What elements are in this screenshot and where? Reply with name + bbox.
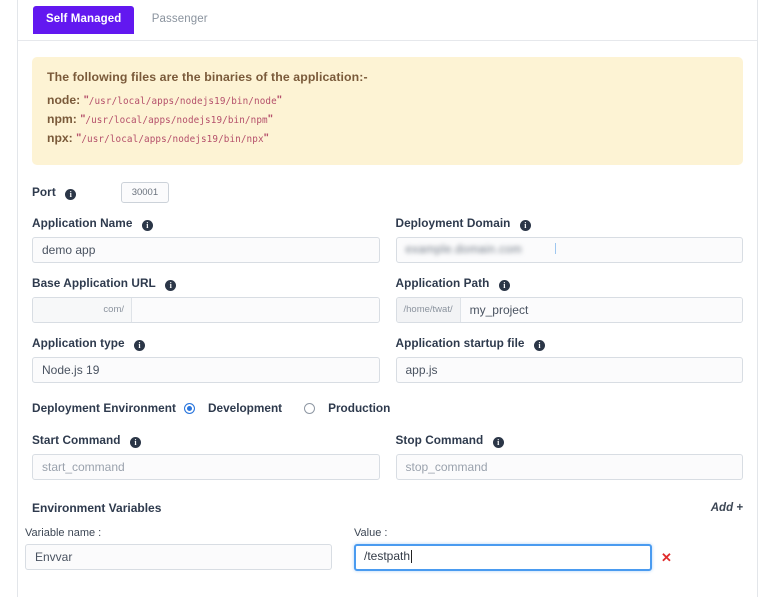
info-icon[interactable]: i (519, 220, 531, 231)
variable-name-group: Variable name : (25, 527, 332, 570)
environment-variable-row: Variable name : Value : /testpath ✕ (25, 527, 743, 571)
app-root: Self Managed Passenger The following fil… (0, 0, 771, 597)
base-application-url-group-wrap: com/ (32, 297, 380, 323)
binary-path-npx: /usr/local/apps/nodejs19/bin/npx (81, 134, 264, 145)
info-icon[interactable]: i (65, 189, 77, 200)
variable-name-label: Variable name : (25, 527, 102, 539)
application-name-input[interactable] (32, 237, 380, 263)
binaries-alert: The following files are the binaries of … (32, 57, 743, 165)
binary-row-npx: npx: "/usr/local/apps/nodejs19/bin/npx" (47, 131, 728, 147)
url-path-row: Base Application URL i com/ Application … (32, 274, 743, 323)
quote-close-npx: " (263, 132, 269, 144)
variable-value-input[interactable] (354, 544, 652, 571)
binaries-alert-title: The following files are the binaries of … (47, 70, 368, 84)
radio-production[interactable] (304, 402, 316, 414)
application-form: Port i 30001 Application Name i Deployme… (18, 182, 757, 597)
base-application-url-prefix: com/ (33, 298, 132, 322)
variable-value-wrap: /testpath (354, 544, 652, 571)
start-command-label: Start Command (32, 433, 121, 447)
add-variable-link[interactable]: Add + (711, 502, 743, 514)
commands-row: Start Command i Stop Command i (32, 431, 743, 480)
binary-path-npm: /usr/local/apps/nodejs19/bin/npm (85, 115, 268, 126)
port-field-row: Port i 30001 (32, 182, 743, 203)
stop-command-label: Stop Command (395, 433, 484, 447)
page-right-divider (757, 0, 758, 597)
radio-development[interactable] (184, 402, 195, 414)
text-caret (555, 243, 557, 254)
application-type-input[interactable] (32, 357, 380, 383)
remove-variable-button[interactable]: ✕ (661, 550, 672, 566)
tab-self-managed-label: Self Managed (46, 13, 122, 25)
binary-row-npm: npm: "/usr/local/apps/nodejs19/bin/npm" (47, 112, 728, 128)
stop-command-group: Stop Command i (395, 431, 743, 480)
application-type-group: Application type i (32, 334, 380, 383)
environment-variables-title: Environment Variables (32, 501, 162, 515)
radio-development-label[interactable]: Development (208, 401, 282, 415)
base-application-url-group: Base Application URL i com/ (32, 274, 380, 323)
tab-self-managed[interactable]: Self Managed (33, 6, 135, 34)
application-name-group: Application Name i (32, 214, 380, 263)
application-path-input[interactable] (460, 298, 742, 322)
binary-row-node: node: "/usr/local/apps/nodejs19/bin/node… (47, 93, 728, 109)
base-application-url-label: Base Application URL (32, 276, 156, 290)
info-icon[interactable]: i (533, 340, 545, 351)
port-value: 30001 (120, 182, 170, 203)
binary-name-node: node: (47, 93, 81, 107)
deployment-domain-value: example.domain.com (405, 244, 523, 256)
name-domain-row: Application Name i Deployment Domain i e… (32, 214, 743, 263)
info-icon[interactable]: i (141, 220, 153, 231)
info-icon[interactable]: i (165, 280, 177, 291)
radio-production-label[interactable]: Production (328, 401, 390, 415)
stop-command-input[interactable] (395, 454, 743, 480)
tab-passenger[interactable]: Passenger (139, 6, 221, 34)
environment-variables-header: Environment Variables Add + (32, 501, 743, 515)
deployment-domain-label: Deployment Domain (395, 216, 511, 230)
application-path-group-wrap: /home/twat/ (395, 297, 743, 323)
application-startup-file-label: Application startup file (395, 336, 525, 350)
info-icon[interactable]: i (498, 280, 510, 291)
type-startup-row: Application type i Application startup f… (32, 334, 743, 383)
variable-value-group: Value : /testpath (354, 527, 652, 571)
tab-passenger-label: Passenger (151, 13, 208, 25)
binary-name-npx: npx: (47, 131, 73, 145)
start-command-input[interactable] (32, 454, 380, 480)
application-path-prefix: /home/twat/ (396, 298, 461, 322)
page-content: Self Managed Passenger The following fil… (18, 0, 757, 597)
start-command-group: Start Command i (32, 431, 380, 480)
application-name-label: Application Name (32, 216, 133, 230)
application-path-label: Application Path (395, 276, 490, 290)
application-startup-file-group: Application startup file i (395, 334, 743, 383)
application-startup-file-input[interactable] (395, 357, 743, 383)
port-label: Port (32, 185, 56, 199)
variable-name-input[interactable] (25, 544, 332, 570)
binary-name-npm: npm: (47, 112, 77, 126)
quote-close-npm: " (267, 113, 273, 125)
deployment-environment-label: Deployment Environment (32, 401, 176, 415)
quote-close-node: " (276, 94, 283, 106)
application-type-label: Application type (32, 336, 125, 350)
variable-value-label: Value : (354, 527, 388, 539)
base-application-url-input[interactable] (132, 298, 379, 322)
tab-bar: Self Managed Passenger (18, 6, 757, 41)
deployment-domain-group: Deployment Domain i example.domain.com (395, 214, 743, 263)
info-icon[interactable]: i (129, 437, 141, 448)
binary-path-node: /usr/local/apps/nodejs19/bin/node (88, 96, 277, 107)
deployment-environment-row: Deployment Environment Development Produ… (32, 401, 743, 415)
info-icon[interactable]: i (134, 340, 146, 351)
deployment-domain-input[interactable]: example.domain.com (395, 237, 743, 263)
application-path-group: Application Path i /home/twat/ (395, 274, 743, 323)
info-icon[interactable]: i (492, 437, 504, 448)
